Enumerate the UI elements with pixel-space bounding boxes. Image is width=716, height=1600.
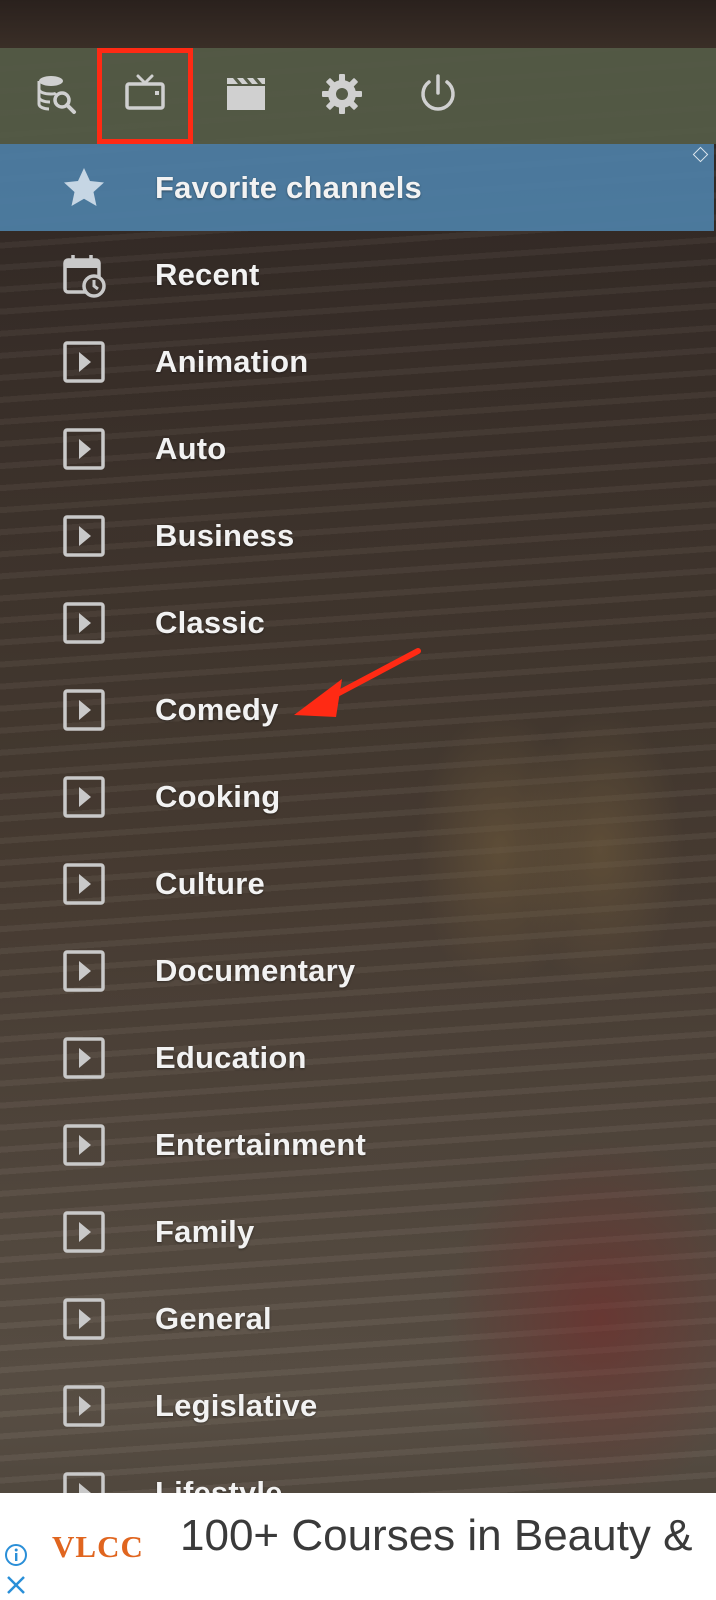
- movies-button[interactable]: [198, 48, 294, 144]
- play-box-icon: [62, 688, 106, 732]
- play-box-icon: [62, 1123, 106, 1167]
- power-button[interactable]: [390, 48, 486, 144]
- search-database-button[interactable]: [8, 48, 104, 144]
- clapperboard-icon: [224, 72, 268, 121]
- diamond-icon: [692, 146, 709, 163]
- menu-item-label: Favorite channels: [155, 169, 422, 205]
- annotation-arrow: [294, 648, 421, 717]
- play-box-icon: [62, 601, 106, 645]
- menu-item-label: Animation: [155, 343, 309, 379]
- calendar-clock-icon: [62, 253, 106, 298]
- play-box-icon: [62, 427, 106, 471]
- menu-item-business[interactable]: Business: [0, 492, 716, 579]
- menu-item-cooking[interactable]: Cooking: [0, 753, 716, 840]
- ad-brand-logo[interactable]: VLCC: [52, 1529, 144, 1565]
- menu-item-label: Legislative: [155, 1387, 318, 1423]
- live-tv-button[interactable]: [97, 48, 193, 144]
- menu-item-label: General: [155, 1300, 272, 1336]
- menu-item-label: Entertainment: [155, 1126, 367, 1162]
- gear-icon: [320, 72, 364, 121]
- menu-item-label: Comedy: [155, 691, 279, 727]
- top-toolbar: [0, 48, 716, 144]
- play-box-icon: [62, 1210, 106, 1254]
- menu-item-favorite-channels[interactable]: Favorite channels: [0, 144, 714, 231]
- play-box-icon: [62, 514, 106, 558]
- settings-button[interactable]: [294, 48, 390, 144]
- menu-item-family[interactable]: Family: [0, 1188, 716, 1275]
- menu-item-documentary[interactable]: Documentary: [0, 927, 716, 1014]
- tv-icon: [123, 72, 167, 121]
- menu-item-label: Culture: [155, 865, 265, 901]
- database-search-icon: [34, 72, 78, 121]
- menu-item-label: Education: [155, 1039, 307, 1075]
- menu-item-label: Business: [155, 517, 295, 553]
- menu-item-entertainment[interactable]: Entertainment: [0, 1101, 716, 1188]
- menu-item-label: Cooking: [155, 778, 281, 814]
- menu-item-auto[interactable]: Auto: [0, 405, 716, 492]
- status-bar-area: [0, 0, 716, 48]
- menu-item-label: Classic: [155, 604, 265, 640]
- menu-item-animation[interactable]: Animation: [0, 318, 716, 405]
- menu-item-recent[interactable]: Recent: [0, 231, 716, 318]
- power-icon: [416, 72, 460, 121]
- menu-item-culture[interactable]: Culture: [0, 840, 716, 927]
- play-box-icon: [62, 1297, 106, 1341]
- play-box-icon: [62, 949, 106, 993]
- star-icon: [62, 166, 106, 210]
- info-icon[interactable]: [4, 1543, 28, 1567]
- menu-item-label: Auto: [155, 430, 227, 466]
- menu-item-label: Family: [155, 1213, 255, 1249]
- ad-banner[interactable]: VLCC 100+ Courses in Beauty &: [0, 1493, 716, 1600]
- app-screen: Favorite channels Recent Animation Auto: [0, 0, 716, 1600]
- menu-item-general[interactable]: General: [0, 1275, 716, 1362]
- ad-headline[interactable]: 100+ Courses in Beauty &: [180, 1511, 692, 1561]
- menu-item-label: Recent: [155, 256, 260, 292]
- menu-item-education[interactable]: Education: [0, 1014, 716, 1101]
- play-box-icon: [62, 340, 106, 384]
- menu-item-legislative[interactable]: Legislative: [0, 1362, 716, 1449]
- menu-item-label: Documentary: [155, 952, 356, 988]
- play-box-icon: [62, 862, 106, 906]
- play-box-icon: [62, 1384, 106, 1428]
- play-box-icon: [62, 1036, 106, 1080]
- close-icon[interactable]: [4, 1573, 28, 1597]
- play-box-icon: [62, 775, 106, 819]
